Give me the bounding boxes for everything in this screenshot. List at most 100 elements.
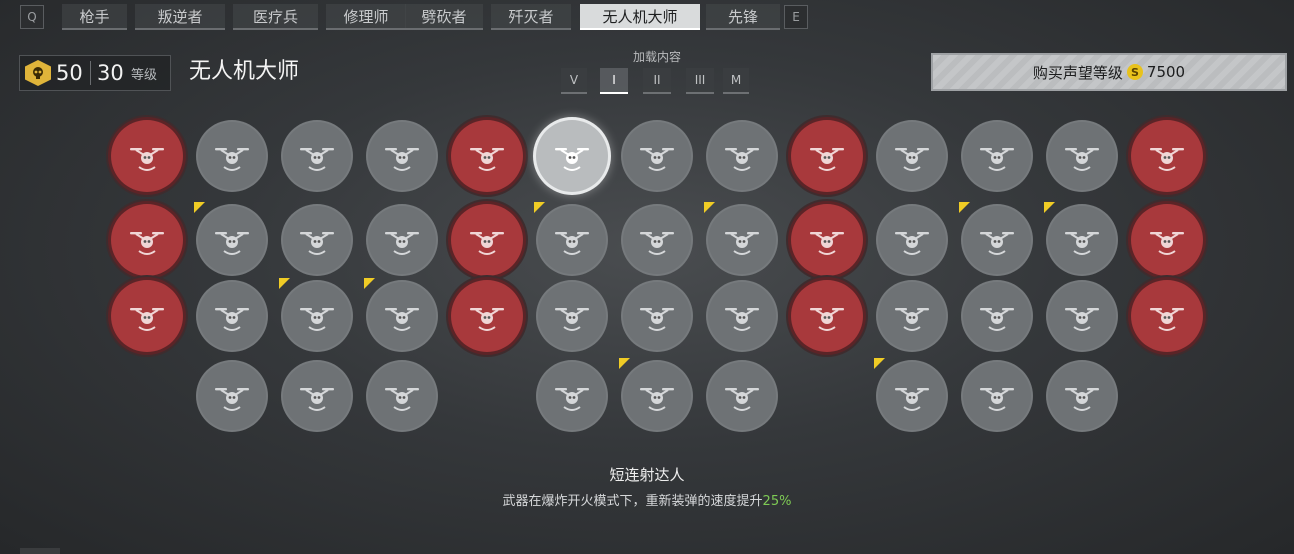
drone-perk-icon	[640, 232, 674, 255]
perk-slot[interactable]	[196, 280, 268, 352]
perk-slot[interactable]	[1131, 120, 1203, 192]
drone-perk-icon	[215, 308, 249, 331]
perk-slot[interactable]	[536, 360, 608, 432]
perk-slot[interactable]	[281, 360, 353, 432]
loadout-next-key[interactable]: M	[723, 68, 749, 94]
perk-slot[interactable]	[961, 120, 1033, 192]
new-perk-marker	[364, 278, 375, 289]
loadout-slot-2[interactable]: II	[643, 68, 671, 94]
perk-slot[interactable]	[451, 280, 523, 352]
perk-slot[interactable]	[621, 120, 693, 192]
perk-slot[interactable]	[621, 360, 693, 432]
perk-slot[interactable]	[791, 204, 863, 276]
drone-perk-icon	[470, 232, 504, 255]
perk-slot[interactable]	[1046, 120, 1118, 192]
perk-slot[interactable]	[961, 360, 1033, 432]
perk-slot[interactable]	[536, 204, 608, 276]
perk-description: 武器在爆炸开火模式下，重新装弹的速度提升25%	[0, 490, 1294, 509]
class-title: 无人机大师	[189, 59, 300, 84]
prev-tab-key[interactable]: Q	[20, 5, 44, 29]
perk-slot[interactable]	[111, 204, 183, 276]
drone-perk-icon	[130, 308, 164, 331]
perk-slot[interactable]	[451, 120, 523, 192]
perk-slot[interactable]	[876, 360, 948, 432]
perk-slot[interactable]	[196, 120, 268, 192]
perk-slot[interactable]	[281, 280, 353, 352]
loadout-slot-3[interactable]: III	[686, 68, 714, 94]
corner-decoration	[20, 548, 60, 554]
drone-perk-icon	[980, 308, 1014, 331]
tab-repairer[interactable]: 修理师	[326, 4, 406, 30]
loadout-label: 加载内容	[632, 50, 681, 64]
perk-slot[interactable]	[111, 280, 183, 352]
perk-slot[interactable]	[876, 120, 948, 192]
drone-perk-icon	[385, 308, 419, 331]
perk-slot[interactable]	[1131, 280, 1203, 352]
perk-slot[interactable]	[366, 120, 438, 192]
perk-slot[interactable]	[706, 280, 778, 352]
tab-slasher[interactable]: 劈砍者	[405, 4, 483, 30]
loadout-prev-key[interactable]: V	[561, 68, 587, 94]
drone-perk-icon	[300, 388, 334, 411]
next-tab-key[interactable]: E	[784, 5, 808, 29]
perk-slot[interactable]	[196, 360, 268, 432]
perk-slot[interactable]	[876, 280, 948, 352]
drone-perk-icon	[810, 232, 844, 255]
perk-slot[interactable]	[621, 280, 693, 352]
perk-slot[interactable]	[281, 204, 353, 276]
drone-perk-icon	[300, 232, 334, 255]
drone-perk-icon	[1065, 388, 1099, 411]
perk-slot[interactable]	[961, 280, 1033, 352]
perk-slot[interactable]	[706, 204, 778, 276]
drone-perk-icon	[895, 232, 929, 255]
perk-slot[interactable]	[706, 360, 778, 432]
tab-vanguard[interactable]: 先锋	[706, 4, 780, 30]
perk-slot[interactable]	[366, 204, 438, 276]
perk-slot[interactable]	[961, 204, 1033, 276]
perk-slot[interactable]	[1046, 360, 1118, 432]
drone-perk-icon	[1065, 308, 1099, 331]
loadout-slot-1[interactable]: I	[600, 68, 628, 94]
drone-perk-icon	[555, 308, 589, 331]
perk-slot[interactable]	[1046, 280, 1118, 352]
new-perk-marker	[704, 202, 715, 213]
tab-gunner[interactable]: 枪手	[62, 4, 127, 30]
drone-perk-icon	[130, 148, 164, 171]
drone-perk-icon	[980, 388, 1014, 411]
perk-slot[interactable]	[366, 360, 438, 432]
drone-perk-icon	[725, 308, 759, 331]
perk-slot[interactable]	[621, 204, 693, 276]
perk-slot[interactable]	[1046, 204, 1118, 276]
perk-slot[interactable]	[791, 120, 863, 192]
tab-drone-master[interactable]: 无人机大师	[580, 4, 700, 30]
coin-s-icon: S	[1126, 64, 1143, 80]
drone-perk-icon	[300, 148, 334, 171]
perk-slot[interactable]	[536, 120, 608, 192]
perk-slot[interactable]	[876, 204, 948, 276]
perk-slot[interactable]	[366, 280, 438, 352]
drone-perk-icon	[300, 308, 334, 331]
buy-prestige-button[interactable]: 购买声望等级 S 7500	[931, 53, 1287, 91]
perk-slot[interactable]	[706, 120, 778, 192]
drone-perk-icon	[385, 232, 419, 255]
prestige-value: 50	[56, 61, 83, 85]
drone-perk-icon	[895, 148, 929, 171]
drone-perk-icon	[470, 148, 504, 171]
drone-perk-icon	[725, 232, 759, 255]
perk-slot[interactable]	[536, 280, 608, 352]
perk-slot[interactable]	[111, 120, 183, 192]
perk-slot[interactable]	[281, 120, 353, 192]
tab-medic[interactable]: 医疗兵	[233, 4, 318, 30]
drone-perk-icon	[895, 388, 929, 411]
drone-perk-icon	[215, 148, 249, 171]
tab-annihilator[interactable]: 歼灭者	[491, 4, 571, 30]
drone-perk-icon	[640, 388, 674, 411]
drone-perk-icon	[1150, 232, 1184, 255]
perk-slot[interactable]	[791, 280, 863, 352]
level-value: 30	[97, 61, 124, 85]
tab-rebel[interactable]: 叛逆者	[135, 4, 225, 30]
perk-slot[interactable]	[451, 204, 523, 276]
perk-slot[interactable]	[196, 204, 268, 276]
buy-prestige-label: 购买声望等级	[1032, 63, 1123, 82]
perk-slot[interactable]	[1131, 204, 1203, 276]
